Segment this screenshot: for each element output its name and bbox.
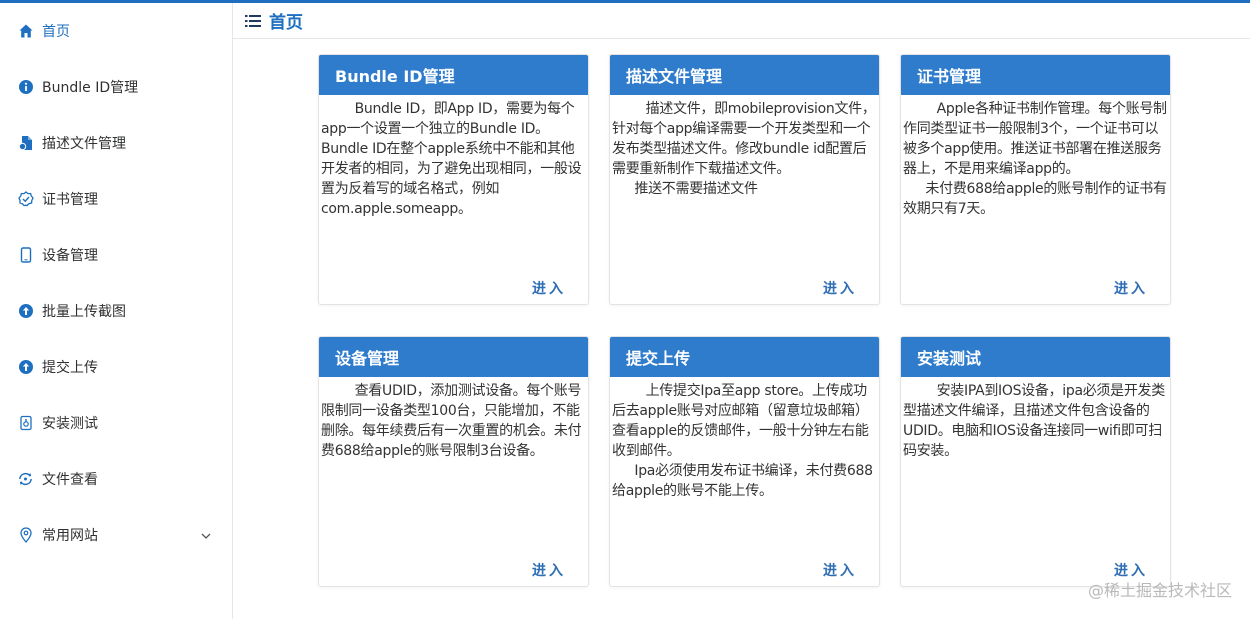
file-icon xyxy=(17,135,34,152)
enter-button[interactable]: 进入 xyxy=(532,560,566,580)
page-title: 首页 xyxy=(269,13,303,33)
card-title: 提交上传 xyxy=(610,337,879,377)
sidebar-item-websites[interactable]: 常用网站 xyxy=(0,507,232,563)
sidebar-item-bundle-id[interactable]: Bundle ID管理 xyxy=(0,59,232,115)
card-description: Bundle ID，即App ID，需要为每个app一个设置一个独立的Bundl… xyxy=(319,95,588,219)
page-header: 首页 xyxy=(233,3,1250,39)
enter-button[interactable]: 进入 xyxy=(532,278,566,298)
card-paragraph: 查看UDID，添加测试设备。每个账号限制同一设备类型100台，只能增加，不能删除… xyxy=(321,383,582,459)
sidebar-item-label: 批量上传截图 xyxy=(42,304,126,320)
sidebar-item-label: 安装测试 xyxy=(42,416,98,432)
card-paragraph: Bundle ID，即App ID，需要为每个app一个设置一个独立的Bundl… xyxy=(321,101,582,217)
card-title: Bundle ID管理 xyxy=(319,55,588,95)
card-paragraph: 描述文件，即mobileprovision文件，针对每个app编译需要一个开发类… xyxy=(612,101,876,177)
enter-button[interactable]: 进入 xyxy=(823,560,857,580)
card-paragraph: 推送不需要描述文件 xyxy=(634,181,758,197)
card-profile: 描述文件管理 描述文件，即mobileprovision文件，针对每个app编译… xyxy=(609,54,880,305)
card-title: 证书管理 xyxy=(901,55,1170,95)
phone-icon xyxy=(17,247,34,264)
sidebar-item-label: 描述文件管理 xyxy=(42,136,126,152)
card-title: 安装测试 xyxy=(901,337,1170,377)
card-description: 描述文件，即mobileprovision文件，针对每个app编译需要一个开发类… xyxy=(610,95,879,199)
menu-fold-icon[interactable] xyxy=(245,14,262,28)
sidebar-item-label: Bundle ID管理 xyxy=(42,80,139,96)
refresh-icon xyxy=(17,471,34,488)
sidebar-item-label: 提交上传 xyxy=(42,360,98,376)
sidebar: 首页 Bundle ID管理 描述文件管理 证书管理 设备管理 批量上传截图 提… xyxy=(0,3,233,619)
enter-button[interactable]: 进入 xyxy=(823,278,857,298)
sidebar-item-batch-upload[interactable]: 批量上传截图 xyxy=(0,283,232,339)
card-certificate: 证书管理 Apple各种证书制作管理。每个账号制作同类型证书一般限制3个，一个证… xyxy=(900,54,1171,305)
card-title: 设备管理 xyxy=(319,337,588,377)
sidebar-item-home[interactable]: 首页 xyxy=(0,3,232,59)
watermark: @稀土掘金技术社区 xyxy=(1087,581,1232,600)
sidebar-item-device[interactable]: 设备管理 xyxy=(0,227,232,283)
card-paragraph: Ipa必须使用发布证书编译，未付费688给apple的账号不能上传。 xyxy=(612,463,873,499)
card-paragraph: 上传提交Ipa至app store。上传成功后去apple账号对应邮箱（留意垃圾… xyxy=(612,383,869,459)
home-icon xyxy=(17,23,34,40)
card-description: 上传提交Ipa至app store。上传成功后去apple账号对应邮箱（留意垃圾… xyxy=(610,377,879,501)
card-install-test: 安装测试 安装IPA到IOS设备，ipa必须是开发类型描述文件编译，且描述文件包… xyxy=(900,336,1171,587)
install-icon xyxy=(17,415,34,432)
card-description: Apple各种证书制作管理。每个账号制作同类型证书一般限制3个，一个证书可以被多… xyxy=(901,95,1170,219)
chevron-down-icon xyxy=(200,527,212,546)
sidebar-item-file-view[interactable]: 文件查看 xyxy=(0,451,232,507)
card-paragraph: 未付费688给apple的账号制作的证书有效期只有7天。 xyxy=(903,181,1167,217)
upload-icon xyxy=(17,359,34,376)
certificate-icon xyxy=(17,191,34,208)
upload-icon xyxy=(17,303,34,320)
info-icon xyxy=(17,79,34,96)
sidebar-item-certificate[interactable]: 证书管理 xyxy=(0,171,232,227)
enter-button[interactable]: 进入 xyxy=(1114,278,1148,298)
sidebar-item-label: 设备管理 xyxy=(42,248,98,264)
card-title: 描述文件管理 xyxy=(610,55,879,95)
card-device: 设备管理 查看UDID，添加测试设备。每个账号限制同一设备类型100台，只能增加… xyxy=(318,336,589,587)
sidebar-item-label: 证书管理 xyxy=(42,192,98,208)
sidebar-item-submit-upload[interactable]: 提交上传 xyxy=(0,339,232,395)
location-icon xyxy=(17,527,34,544)
sidebar-item-install-test[interactable]: 安装测试 xyxy=(0,395,232,451)
sidebar-item-label: 文件查看 xyxy=(42,472,98,488)
card-paragraph: 安装IPA到IOS设备，ipa必须是开发类型描述文件编译，且描述文件包含设备的U… xyxy=(903,383,1165,459)
card-bundle-id: Bundle ID管理 Bundle ID，即App ID，需要为每个app一个… xyxy=(318,54,589,305)
sidebar-item-label: 常用网站 xyxy=(42,528,98,544)
card-submit-upload: 提交上传 上传提交Ipa至app store。上传成功后去apple账号对应邮箱… xyxy=(609,336,880,587)
sidebar-item-profile[interactable]: 描述文件管理 xyxy=(0,115,232,171)
card-description: 查看UDID，添加测试设备。每个账号限制同一设备类型100台，只能增加，不能删除… xyxy=(319,377,588,461)
card-description: 安装IPA到IOS设备，ipa必须是开发类型描述文件编译，且描述文件包含设备的U… xyxy=(901,377,1170,461)
sidebar-item-label: 首页 xyxy=(42,24,70,40)
card-paragraph: Apple各种证书制作管理。每个账号制作同类型证书一般限制3个，一个证书可以被多… xyxy=(903,101,1167,177)
